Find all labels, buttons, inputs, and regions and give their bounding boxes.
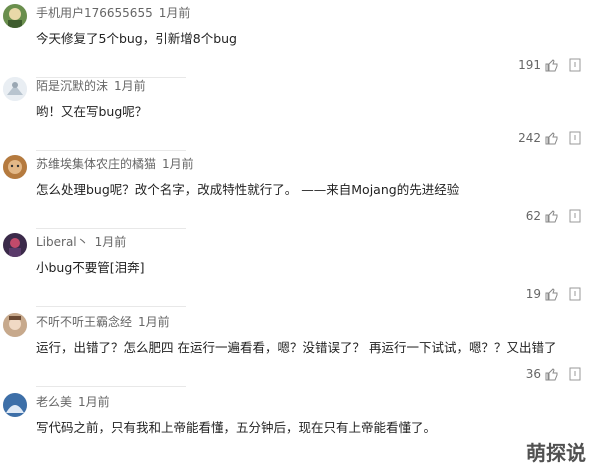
like-button[interactable]: 19 [526, 287, 558, 301]
comment-meta: 苏维埃集体农庄的橘猫 1月前 [36, 155, 194, 172]
report-icon[interactable] [568, 58, 582, 72]
report-icon[interactable] [568, 131, 582, 145]
comment-item: 手机用户176655655 1月前 今天修复了5个bug，引新增8个bug 191 [0, 0, 594, 78]
avatar[interactable] [3, 393, 27, 417]
avatar[interactable] [3, 313, 27, 337]
avatar[interactable] [3, 77, 27, 101]
like-count: 242 [518, 131, 541, 145]
like-count: 191 [518, 58, 541, 72]
like-button[interactable]: 62 [526, 209, 558, 223]
like-count: 19 [525, 287, 541, 301]
report-icon[interactable] [568, 209, 582, 223]
avatar[interactable] [3, 155, 27, 179]
thumbs-up-icon [544, 131, 558, 145]
comment-time: 1月前 [162, 157, 194, 171]
username[interactable]: 陌是沉默的沫 [36, 79, 108, 93]
comment-time: 1月前 [78, 395, 110, 409]
comment-meta: 手机用户176655655 1月前 [36, 4, 190, 21]
like-button[interactable]: 36 [526, 367, 558, 381]
comment-text: 写代码之前，只有我和上帝能看懂，五分钟后，现在只有上帝能看懂了。 [36, 420, 437, 435]
comment-text: 今天修复了5个bug，引新增8个bug [36, 31, 237, 46]
comment-actions: 62 [526, 209, 582, 223]
comment-text: 哟！又在写bug呢？ [36, 104, 148, 119]
thumbs-up-icon [544, 287, 558, 301]
username[interactable]: 苏维埃集体农庄的橘猫 [36, 157, 156, 171]
comment-time: 1月前 [114, 79, 146, 93]
comment-text: 怎么处理bug呢？改个名字，改成特性就行了。 ——来自Mojang的先进经验 [36, 182, 460, 197]
comment-time: 1月前 [138, 315, 170, 329]
comment-meta: 不听不听王霸念经 1月前 [36, 313, 170, 330]
comment-item: 老么美 1月前 写代码之前，只有我和上帝能看懂，五分钟后，现在只有上帝能看懂了。 [0, 389, 594, 467]
avatar[interactable] [3, 4, 27, 28]
username[interactable]: 手机用户176655655 [36, 6, 153, 20]
like-button[interactable]: 191 [518, 58, 558, 72]
avatar[interactable] [3, 233, 27, 257]
report-icon[interactable] [568, 287, 582, 301]
comment-time: 1月前 [158, 6, 191, 20]
like-button[interactable]: 242 [518, 131, 558, 145]
comment-item: Liberal丶 1月前 小bug不要管[泪奔] 19 [0, 229, 594, 307]
comment-actions: 36 [526, 367, 582, 381]
divider [36, 306, 186, 307]
username[interactable]: 不听不听王霸念经 [36, 315, 132, 329]
comment-meta: Liberal丶 1月前 [36, 233, 126, 250]
like-count: 62 [525, 209, 541, 223]
comment-meta: 老么美 1月前 [36, 393, 110, 410]
comment-item: 不听不听王霸念经 1月前 运行，出错了？怎么肥四 在运行一遍看看，嗯？没错误了？ … [0, 309, 594, 387]
comment-text: 小bug不要管[泪奔] [36, 260, 145, 275]
thumbs-up-icon [544, 367, 558, 381]
comment-text: 运行，出错了？怎么肥四 在运行一遍看看，嗯？没错误了？ 再运行一下试试，嗯？？又… [36, 340, 557, 355]
username[interactable]: 老么美 [36, 395, 72, 409]
comment-actions: 242 [518, 131, 582, 145]
thumbs-up-icon [544, 209, 558, 223]
comment-item: 陌是沉默的沫 1月前 哟！又在写bug呢？ 242 [0, 73, 594, 151]
comment-meta: 陌是沉默的沫 1月前 [36, 77, 146, 94]
comment-item: 苏维埃集体农庄的橘猫 1月前 怎么处理bug呢？改个名字，改成特性就行了。 ——来… [0, 151, 594, 229]
divider [36, 386, 186, 387]
thumbs-up-icon [544, 58, 558, 72]
comment-time: 1月前 [94, 235, 127, 249]
report-icon[interactable] [568, 367, 582, 381]
comment-actions: 191 [518, 58, 582, 72]
comment-actions: 19 [526, 287, 582, 301]
watermark: 萌探说 [526, 441, 586, 465]
username[interactable]: Liberal丶 [36, 235, 89, 249]
like-count: 36 [525, 367, 541, 381]
